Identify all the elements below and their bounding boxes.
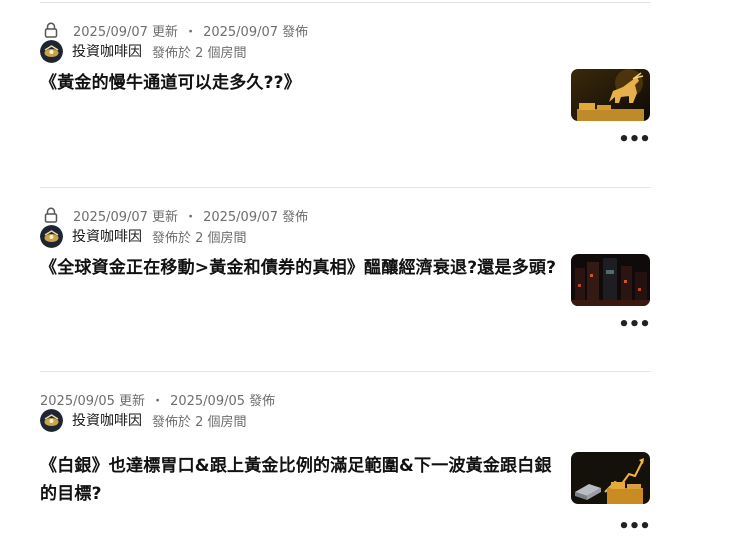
more-icon: ••• [618,129,651,150]
post-title[interactable]: 《白銀》也達標胃口&跟上黃金比例的滿足範圍&下一波黃金跟白銀的目標? [40,452,560,508]
avatar[interactable] [40,408,63,432]
updated-date: 2025/09/07 更新 [73,24,179,40]
post-meta: 2025/09/07 更新 ・ 2025/09/07 發佈 [40,19,308,41]
gold-bull-thumbnail[interactable] [571,69,650,121]
published-date: 2025/09/07 發佈 [203,209,309,225]
avatar[interactable] [40,224,63,248]
post-rooms-info: 發佈於 2 個房間 [152,45,247,61]
author-name[interactable]: 投資咖啡因 [72,226,142,246]
more-options-button[interactable]: ••• [618,129,651,150]
post-title[interactable]: 《全球資金正在移動>黃金和債券的真相》醞釀經濟衰退?還是多頭? [40,254,560,282]
post-card[interactable]: 2025/09/05 更新 ・ 2025/09/05 發佈 投資咖啡因 發佈於 … [40,388,651,538]
post-feed: 2025/09/07 更新 ・ 2025/09/07 發佈 投資咖啡因 發佈於 … [0,0,740,551]
lock-icon [40,19,62,41]
separator-dot: ・ [184,24,198,40]
author-name[interactable]: 投資咖啡因 [72,41,142,61]
more-options-button[interactable]: ••• [618,314,651,335]
author-name[interactable]: 投資咖啡因 [72,410,142,430]
divider [40,187,651,188]
updated-date: 2025/09/05 更新 [40,393,146,409]
more-options-button[interactable]: ••• [618,516,651,537]
more-icon: ••• [618,314,651,335]
post-card[interactable]: 2025/09/07 更新 ・ 2025/09/07 發佈 投資咖啡因 發佈於 … [40,19,651,169]
author-line: 投資咖啡因 發佈於 2 個房間 [40,408,247,432]
post-meta: 2025/09/05 更新 ・ 2025/09/05 發佈 [40,388,275,410]
separator-dot: ・ [151,393,165,409]
gold-silver-bars-thumbnail[interactable] [571,452,650,504]
published-date: 2025/09/07 發佈 [203,24,309,40]
post-title[interactable]: 《黃金的慢牛通道可以走多久??》 [40,69,560,97]
divider [40,371,651,372]
divider [40,2,651,3]
separator-dot: ・ [184,209,198,225]
avatar[interactable] [40,39,63,63]
dark-cityscape-thumbnail[interactable] [571,254,650,306]
post-rooms-info: 發佈於 2 個房間 [152,230,247,246]
post-meta: 2025/09/07 更新 ・ 2025/09/07 發佈 [40,204,308,226]
more-icon: ••• [618,516,651,537]
updated-date: 2025/09/07 更新 [73,209,179,225]
post-rooms-info: 發佈於 2 個房間 [152,414,247,430]
author-line: 投資咖啡因 發佈於 2 個房間 [40,39,247,63]
lock-icon [40,204,62,226]
author-line: 投資咖啡因 發佈於 2 個房間 [40,224,247,248]
published-date: 2025/09/05 發佈 [170,393,276,409]
post-card[interactable]: 2025/09/07 更新 ・ 2025/09/07 發佈 投資咖啡因 發佈於 … [40,204,651,354]
